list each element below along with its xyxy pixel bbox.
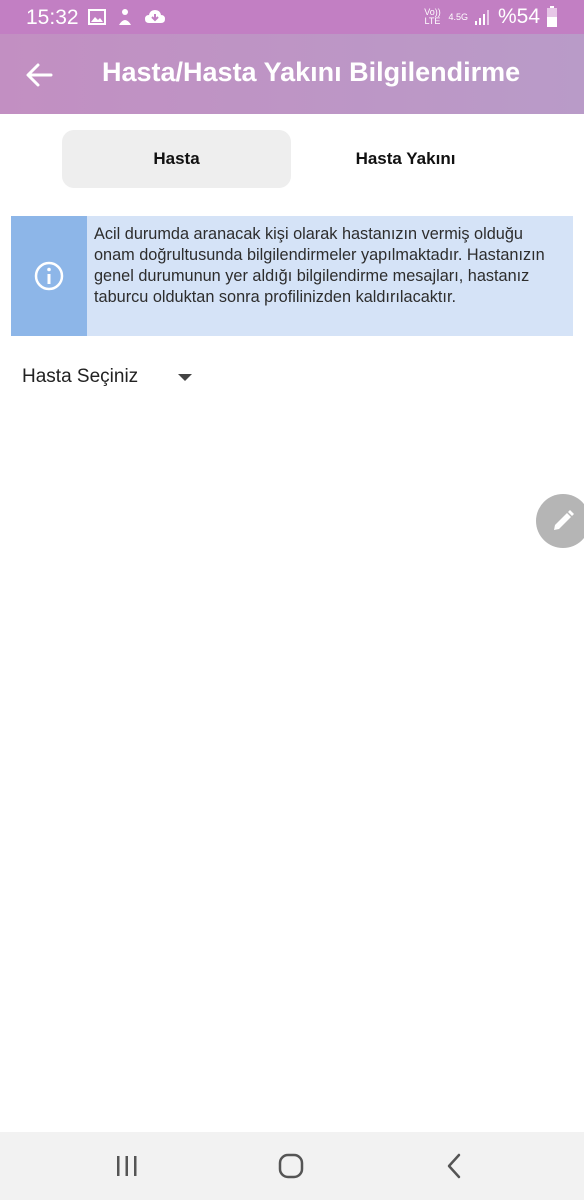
patient-select-label: Hasta Seçiniz xyxy=(22,366,139,387)
dropdown-arrow-icon xyxy=(178,373,193,381)
status-time: 15:32 xyxy=(26,6,79,29)
image-icon xyxy=(88,9,106,25)
volte-label: Vo)) LTE xyxy=(424,7,441,26)
tab-hasta-yakini[interactable]: Hasta Yakını xyxy=(291,130,520,188)
edit-button[interactable] xyxy=(536,494,584,548)
battery-percent: %54 xyxy=(497,5,540,28)
arrow-left-icon xyxy=(26,63,53,87)
home-icon xyxy=(278,1153,304,1179)
recent-apps-icon xyxy=(117,1156,137,1176)
notification-icon xyxy=(119,9,131,25)
info-icon xyxy=(34,261,64,291)
patient-select-dropdown[interactable]: Hasta Seçiniz xyxy=(22,362,193,392)
edit-pencil-icon xyxy=(554,510,574,530)
network-type: 4.5G xyxy=(448,11,468,22)
info-text: Acil durumda aranacak kişi olarak hastan… xyxy=(94,225,545,306)
back-nav-icon xyxy=(447,1153,461,1179)
tab-hasta[interactable]: Hasta xyxy=(62,130,291,188)
info-banner: Acil durumda aranacak kişi olarak hastan… xyxy=(11,216,573,336)
app-bar: Hasta/Hasta Yakını Bilgilendirme xyxy=(0,34,584,114)
page-title: Hasta/Hasta Yakını Bilgilendirme xyxy=(102,57,521,87)
cloud-sync-icon xyxy=(145,10,165,23)
recent-apps-button[interactable] xyxy=(105,1146,149,1186)
status-bar: 15:32 Vo)) LTE 4.5G %54 xyxy=(0,0,584,34)
home-button[interactable] xyxy=(269,1146,313,1186)
battery-icon xyxy=(547,6,557,27)
back-nav-button[interactable] xyxy=(432,1146,476,1186)
back-button[interactable] xyxy=(22,58,56,92)
signal-icon xyxy=(474,10,489,25)
navigation-bar xyxy=(0,1132,584,1200)
tab-bar: Hasta Hasta Yakını xyxy=(62,130,520,188)
